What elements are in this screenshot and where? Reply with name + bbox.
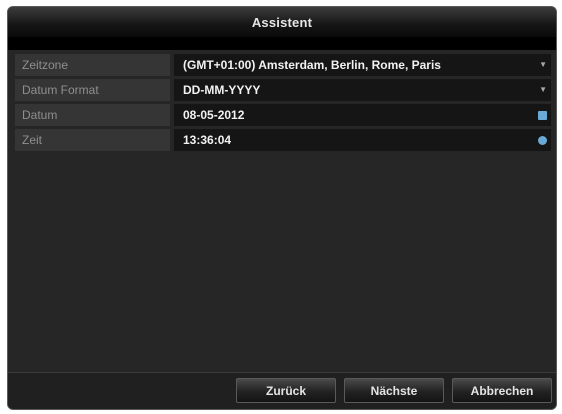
date-field[interactable]: 08-05-2012: [174, 104, 551, 126]
date-value: 08-05-2012: [183, 108, 245, 122]
dialog-title: Assistent: [251, 14, 313, 30]
timezone-label: Zeitzone: [15, 54, 170, 76]
timezone-select[interactable]: (GMT+01:00) Amsterdam, Berlin, Rome, Par…: [174, 54, 551, 76]
row-timezone: Zeitzone (GMT+01:00) Amsterdam, Berlin, …: [15, 54, 551, 76]
calendar-icon[interactable]: [538, 110, 547, 120]
date-format-label: Datum Format: [15, 79, 170, 101]
row-date: Datum 08-05-2012: [15, 104, 551, 126]
dropdown-caret-icon[interactable]: ▼: [539, 79, 547, 101]
dropdown-caret-icon[interactable]: ▼: [539, 54, 547, 76]
row-time: Zeit 13:36:04: [15, 129, 551, 151]
setup-wizard-dialog: Assistent Zeitzone (GMT+01:00) Amsterdam…: [7, 6, 557, 410]
next-button[interactable]: Nächste: [344, 378, 444, 403]
title-bar: Assistent: [8, 7, 556, 38]
time-label: Zeit: [15, 129, 170, 151]
clock-icon[interactable]: [538, 135, 547, 145]
header-separator: [8, 38, 556, 50]
cancel-button[interactable]: Abbrechen: [452, 378, 552, 403]
date-format-value: DD-MM-YYYY: [183, 83, 261, 97]
time-field[interactable]: 13:36:04: [174, 129, 551, 151]
time-value: 13:36:04: [183, 133, 232, 147]
button-bar: Zurück Nächste Abbrechen: [8, 372, 556, 409]
date-format-select[interactable]: DD-MM-YYYY ▼: [174, 79, 551, 101]
settings-form: Zeitzone (GMT+01:00) Amsterdam, Berlin, …: [15, 54, 551, 154]
date-label: Datum: [15, 104, 170, 126]
timezone-value: (GMT+01:00) Amsterdam, Berlin, Rome, Par…: [183, 58, 441, 72]
row-date-format: Datum Format DD-MM-YYYY ▼: [15, 79, 551, 101]
back-button[interactable]: Zurück: [236, 378, 336, 403]
